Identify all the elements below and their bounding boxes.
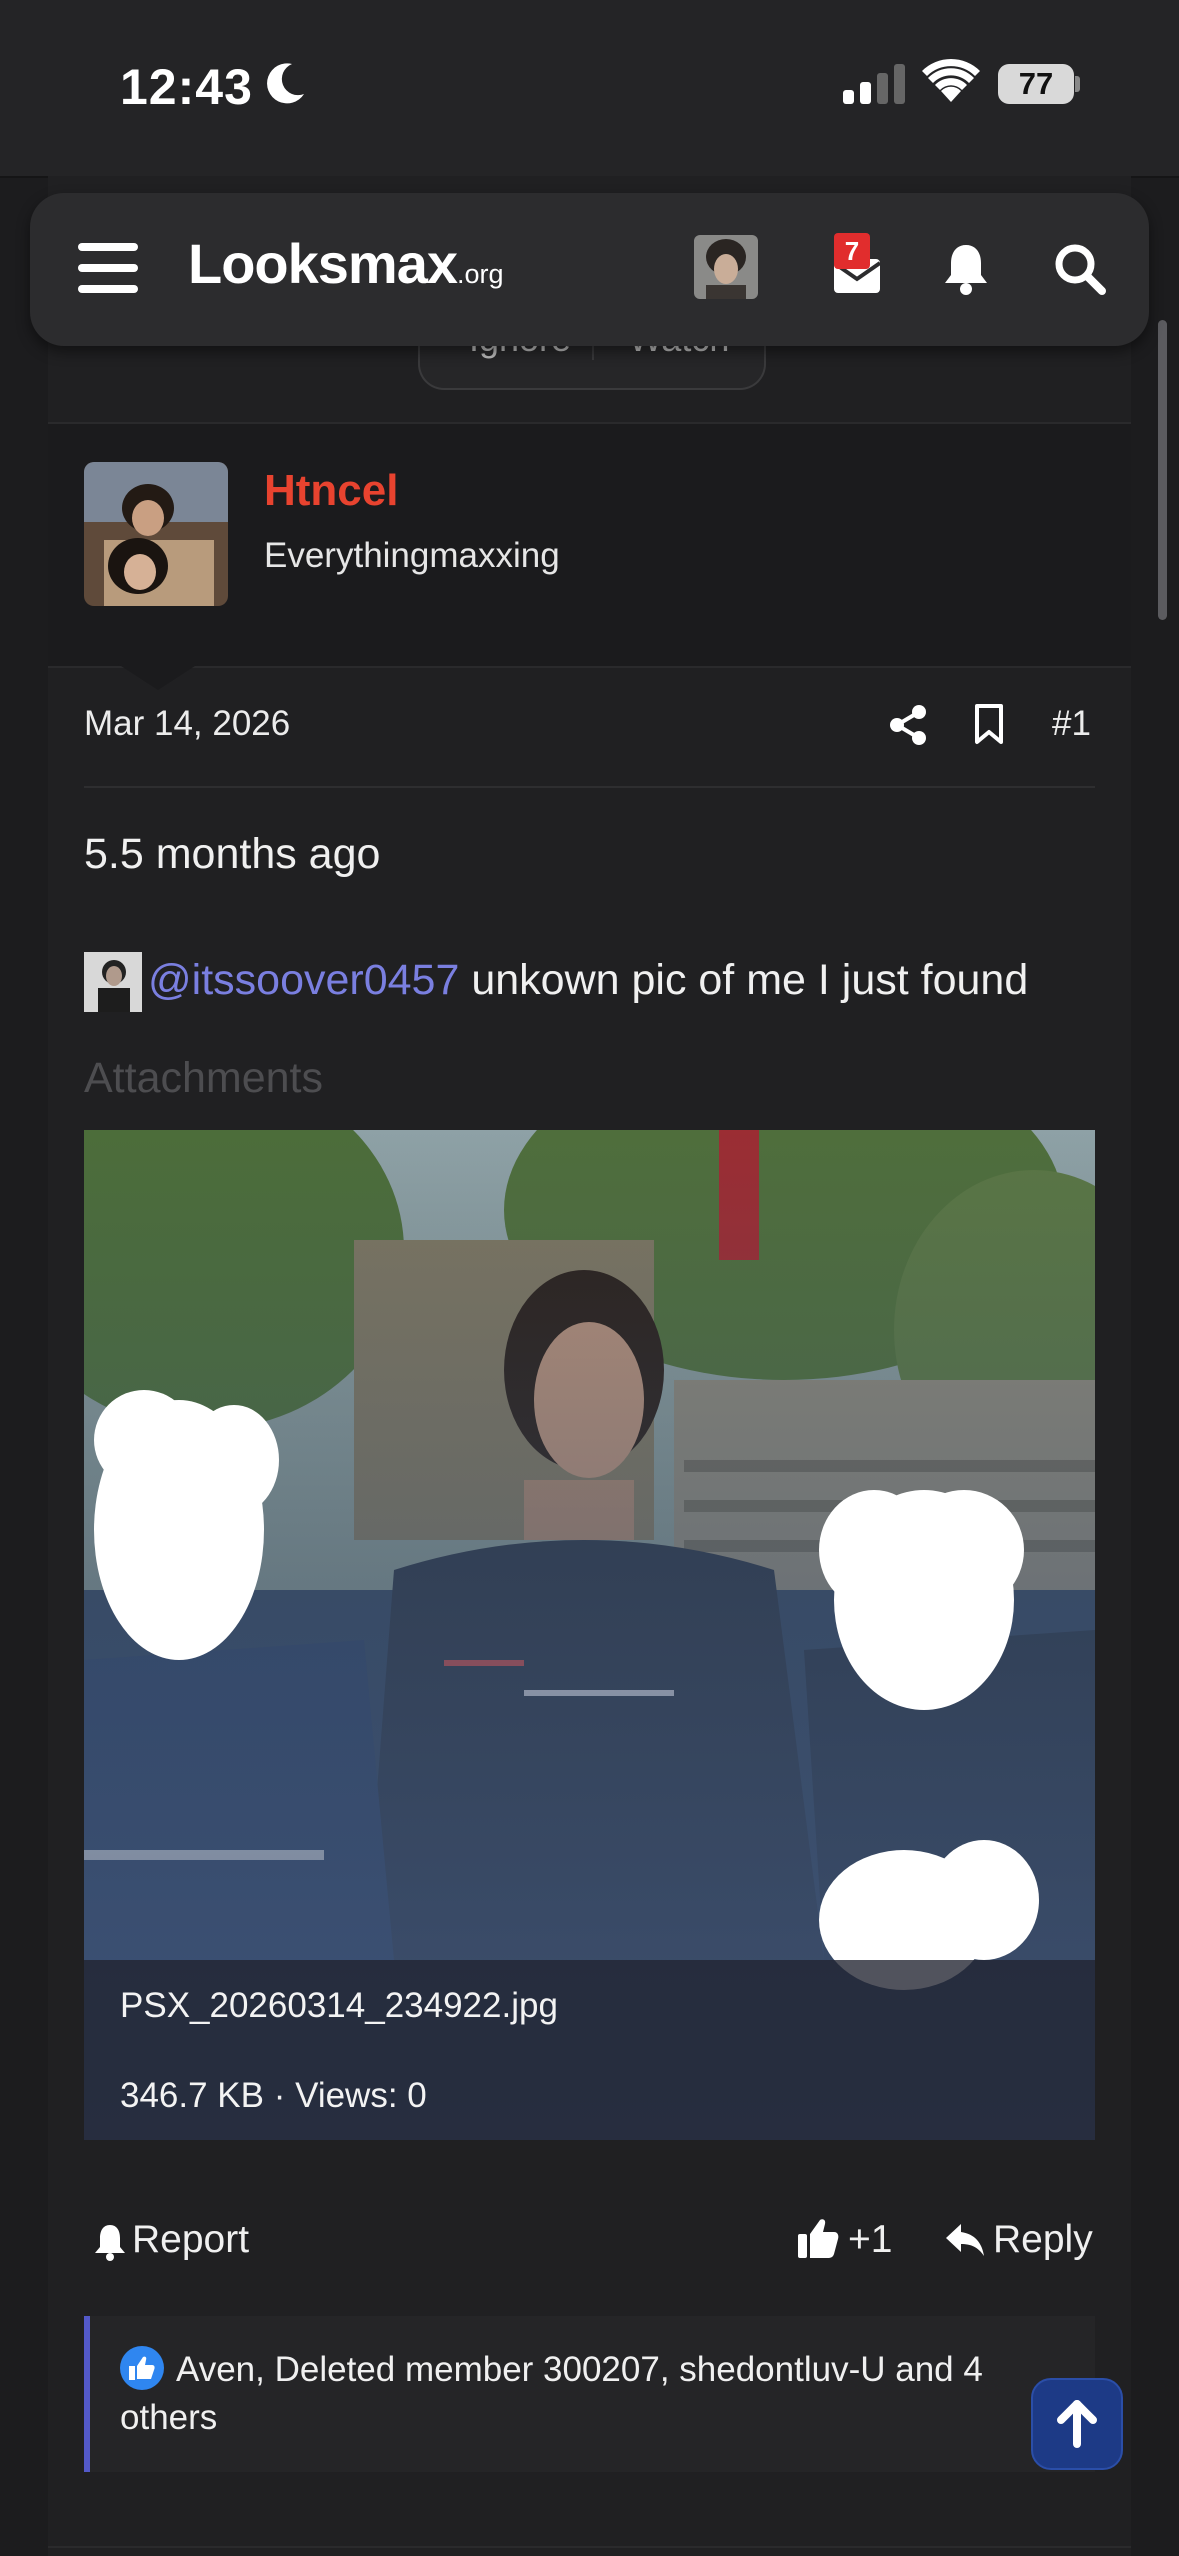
author-avatar[interactable]: [84, 462, 228, 606]
site-header: Looksmax.org 7: [30, 193, 1149, 346]
avatar[interactable]: [694, 235, 758, 299]
report-bell-icon[interactable]: [92, 2222, 128, 2262]
bell-icon[interactable]: [936, 239, 996, 299]
reaction-users-list[interactable]: Aven, Deleted member 300207, shedontluv-…: [120, 2346, 1040, 2442]
menu-icon[interactable]: [78, 243, 138, 293]
user-mention-link[interactable]: @itssoover0457: [148, 956, 459, 1004]
thumbs-up-icon[interactable]: [796, 2216, 840, 2260]
arrow-up-icon: [1057, 2400, 1097, 2448]
battery-tip: [1075, 76, 1080, 92]
post-number-link[interactable]: #1: [1052, 704, 1091, 744]
wifi-icon: [922, 58, 980, 102]
attachment-meta: 346.7 KB · Views: 0: [120, 2076, 427, 2115]
reactions-bar[interactable]: Aven, Deleted member 300207, shedontluv-…: [84, 2316, 1095, 2472]
cellular-signal-icon: [843, 64, 905, 104]
author-username[interactable]: Htncel: [264, 466, 398, 516]
scrollbar[interactable]: [1158, 320, 1167, 620]
back-to-top-button[interactable]: [1031, 2378, 1123, 2470]
post-text-line: @itssoover0457 unkown pic of me I just f…: [148, 956, 1029, 1004]
search-icon[interactable]: [1050, 239, 1110, 299]
post-text-line: 5.5 months ago: [84, 830, 381, 878]
share-icon[interactable]: [888, 704, 928, 746]
post-date[interactable]: Mar 14, 2026: [84, 704, 290, 744]
post-author-block: Htncel Everythingmaxxing: [48, 422, 1131, 668]
status-time: 12:43: [120, 59, 253, 115]
attachments-heading: Attachments: [84, 1054, 323, 1102]
mention-avatar[interactable]: [84, 952, 142, 1012]
site-logo[interactable]: Looksmax.org: [188, 231, 504, 296]
attachment-image[interactable]: PSX_20260314_234922.jpg 346.7 KB · Views…: [84, 1130, 1095, 2140]
author-block-pointer: [118, 664, 198, 690]
report-button[interactable]: Report: [132, 2218, 249, 2262]
divider: [84, 786, 1095, 788]
like-count[interactable]: +1: [848, 2218, 892, 2262]
moon-icon: [267, 63, 304, 104]
status-bar: 12:43 77: [0, 0, 1179, 178]
battery-indicator: 77: [998, 64, 1074, 104]
attachment-filename[interactable]: PSX_20260314_234922.jpg: [120, 1986, 558, 2026]
reply-icon[interactable]: [944, 2222, 986, 2258]
bookmark-icon[interactable]: [973, 702, 1005, 746]
mail-badge: 7: [834, 233, 870, 269]
reply-button[interactable]: Reply: [993, 2218, 1093, 2262]
divider: [48, 2546, 1131, 2548]
author-title: Everythingmaxxing: [264, 536, 560, 575]
